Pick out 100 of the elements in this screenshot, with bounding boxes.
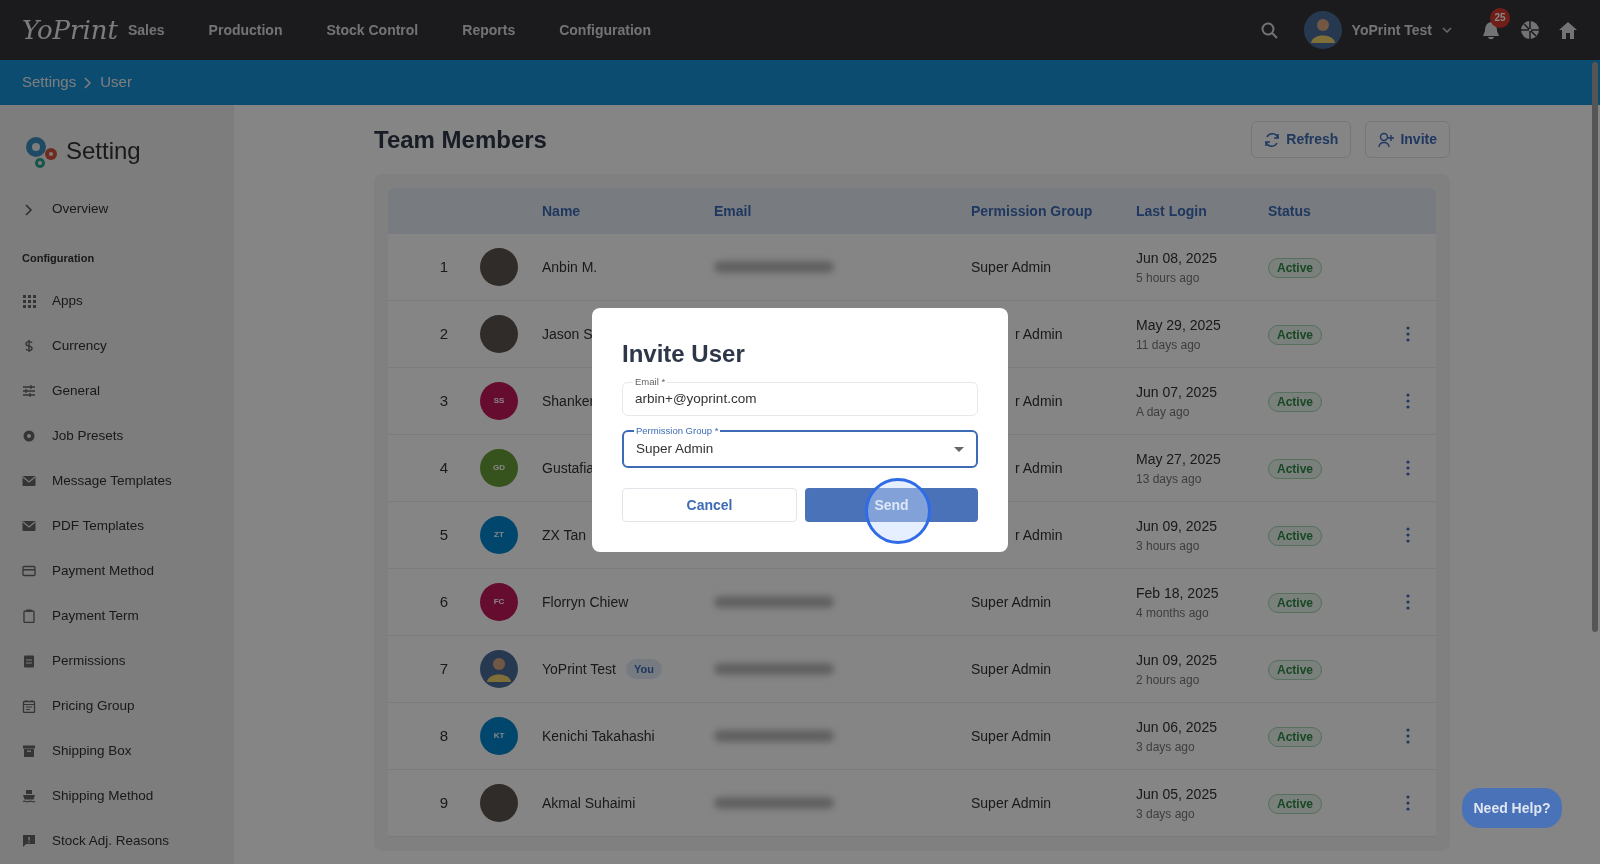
scrollbar-thumb[interactable] <box>1592 62 1598 632</box>
row-number: 5 <box>439 525 448 543</box>
member-name: Kenichi Takahashi <box>542 726 655 746</box>
last-login-relative: A day ago <box>1136 403 1191 421</box>
sidebar-link[interactable]: Apps <box>52 290 83 312</box>
sidebar-link[interactable]: Job Presets <box>52 425 124 447</box>
last-login-date: Jun 06, 2025 <box>1136 717 1218 737</box>
status-badge: Active <box>1268 525 1323 546</box>
sidebar-link[interactable]: General <box>52 380 101 402</box>
user-avatar[interactable] <box>1303 11 1342 49</box>
status-badge: Active <box>1268 257 1323 278</box>
last-login-date: Jun 08, 2025 <box>1136 248 1218 268</box>
ship-icon <box>22 789 36 803</box>
box-icon <box>22 744 36 758</box>
column-header[interactable]: Email <box>714 202 752 219</box>
help-button[interactable]: Need Help? <box>1462 788 1562 828</box>
section-heading: Configuration <box>22 251 96 266</box>
row-number: 8 <box>439 726 448 744</box>
sidebar-link[interactable]: Message Templates <box>52 470 172 492</box>
sidebar-link[interactable]: Overview <box>52 199 109 220</box>
last-login-relative: 11 days ago <box>1136 336 1202 354</box>
nav-link[interactable]: Production <box>208 19 283 41</box>
user-name[interactable]: YoPrint Test <box>1351 19 1432 41</box>
aperture-icon[interactable] <box>1520 20 1540 40</box>
permission-group: r Admin <box>1015 325 1063 342</box>
column-header[interactable]: Name <box>542 200 581 222</box>
sidebar-link[interactable]: Payment Method <box>52 560 155 582</box>
column-header[interactable]: Permission Group <box>971 202 1093 219</box>
member-name: Shanker <box>542 391 595 411</box>
last-login-relative: 4 months ago <box>1136 604 1210 622</box>
last-login-date: May 27, 2025 <box>1136 449 1222 469</box>
nav-link[interactable]: Stock Control <box>326 19 419 41</box>
member-name: Florryn Chiew <box>542 592 629 612</box>
permission-group: Super Admin <box>971 593 1052 610</box>
last-login-date: Feb 18, 2025 <box>1136 583 1220 603</box>
row-number: 4 <box>439 458 448 476</box>
nav-link[interactable]: Reports <box>462 19 516 41</box>
last-login-date: Jun 07, 2025 <box>1136 382 1218 402</box>
you-tag: You <box>625 658 662 680</box>
last-login-relative: 2 hours ago <box>1136 671 1201 689</box>
row-number: 1 <box>439 257 448 275</box>
clipboard-icon <box>22 654 36 668</box>
dropdown-caret-icon[interactable] <box>954 446 964 452</box>
nav-link[interactable]: Configuration <box>559 19 651 41</box>
avatar-placeholder <box>480 784 518 822</box>
more-icon[interactable] <box>1406 594 1410 610</box>
sidebar-link[interactable]: Permissions <box>52 650 126 672</box>
dialog-title: Invite User <box>622 339 746 369</box>
toolbar-button[interactable]: Refresh <box>1251 121 1352 158</box>
breadcrumb-item[interactable]: Settings <box>22 71 77 94</box>
cancel-button[interactable]: Cancel <box>622 488 797 522</box>
sidebar-link[interactable]: Shipping Method <box>52 785 154 807</box>
bell-icon[interactable] <box>1482 21 1500 41</box>
sidebar-link[interactable]: Payment Term <box>52 605 139 627</box>
sidebar-link[interactable]: Shipping Box <box>52 740 132 762</box>
last-login-relative: 3 hours ago <box>1136 537 1201 555</box>
currency-icon <box>22 339 36 353</box>
sliders-icon <box>22 384 36 398</box>
toolbar-button[interactable]: Invite <box>1365 121 1450 158</box>
sidebar-link[interactable]: PDF Templates <box>52 515 145 537</box>
avatar-initials: FC <box>480 583 518 621</box>
sidebar-title: Setting <box>66 136 141 166</box>
avatar-placeholder <box>480 248 518 286</box>
column-header[interactable]: Last Login <box>1136 202 1207 219</box>
status-badge: Active <box>1268 391 1323 412</box>
calendar-icon <box>22 699 36 713</box>
envelope-icon <box>22 474 36 488</box>
chevron-icon <box>84 76 93 89</box>
last-login-date: May 29, 2025 <box>1136 315 1222 335</box>
last-login-relative: 3 days ago <box>1136 805 1196 823</box>
page-title: Team Members <box>374 124 547 155</box>
more-icon[interactable] <box>1406 527 1410 543</box>
last-login-relative: 3 days ago <box>1136 738 1196 756</box>
row-number: 7 <box>439 659 448 677</box>
more-icon[interactable] <box>1406 326 1410 342</box>
more-icon[interactable] <box>1406 795 1410 811</box>
permission-group: Super Admin <box>971 794 1052 811</box>
more-icon[interactable] <box>1406 728 1410 744</box>
nav-link[interactable]: Sales <box>128 19 165 41</box>
more-icon[interactable] <box>1406 393 1410 409</box>
more-icon[interactable] <box>1406 460 1410 476</box>
row-number: 9 <box>439 793 448 811</box>
member-name: Gustafia <box>542 458 595 478</box>
caret-icon[interactable] <box>1442 27 1452 33</box>
avatar-placeholder <box>480 315 518 353</box>
row-number: 2 <box>439 324 448 342</box>
status-badge: Active <box>1268 793 1323 814</box>
status-badge: Active <box>1268 592 1323 613</box>
logo[interactable]: YoPrint <box>22 14 118 45</box>
sidebar-link[interactable]: Currency <box>52 335 107 357</box>
home-icon[interactable] <box>1558 20 1578 40</box>
search-icon[interactable] <box>1260 21 1278 39</box>
last-login-date: Jun 09, 2025 <box>1136 516 1218 536</box>
member-name: ZX Tan <box>542 525 587 545</box>
row-number: 6 <box>439 592 448 610</box>
sidebar-link[interactable]: Stock Adj. Reasons <box>52 830 170 852</box>
card-icon <box>22 564 36 578</box>
sidebar-link[interactable]: Pricing Group <box>52 695 135 717</box>
column-header[interactable]: Status <box>1268 202 1311 219</box>
clipboard-icon <box>22 609 36 623</box>
